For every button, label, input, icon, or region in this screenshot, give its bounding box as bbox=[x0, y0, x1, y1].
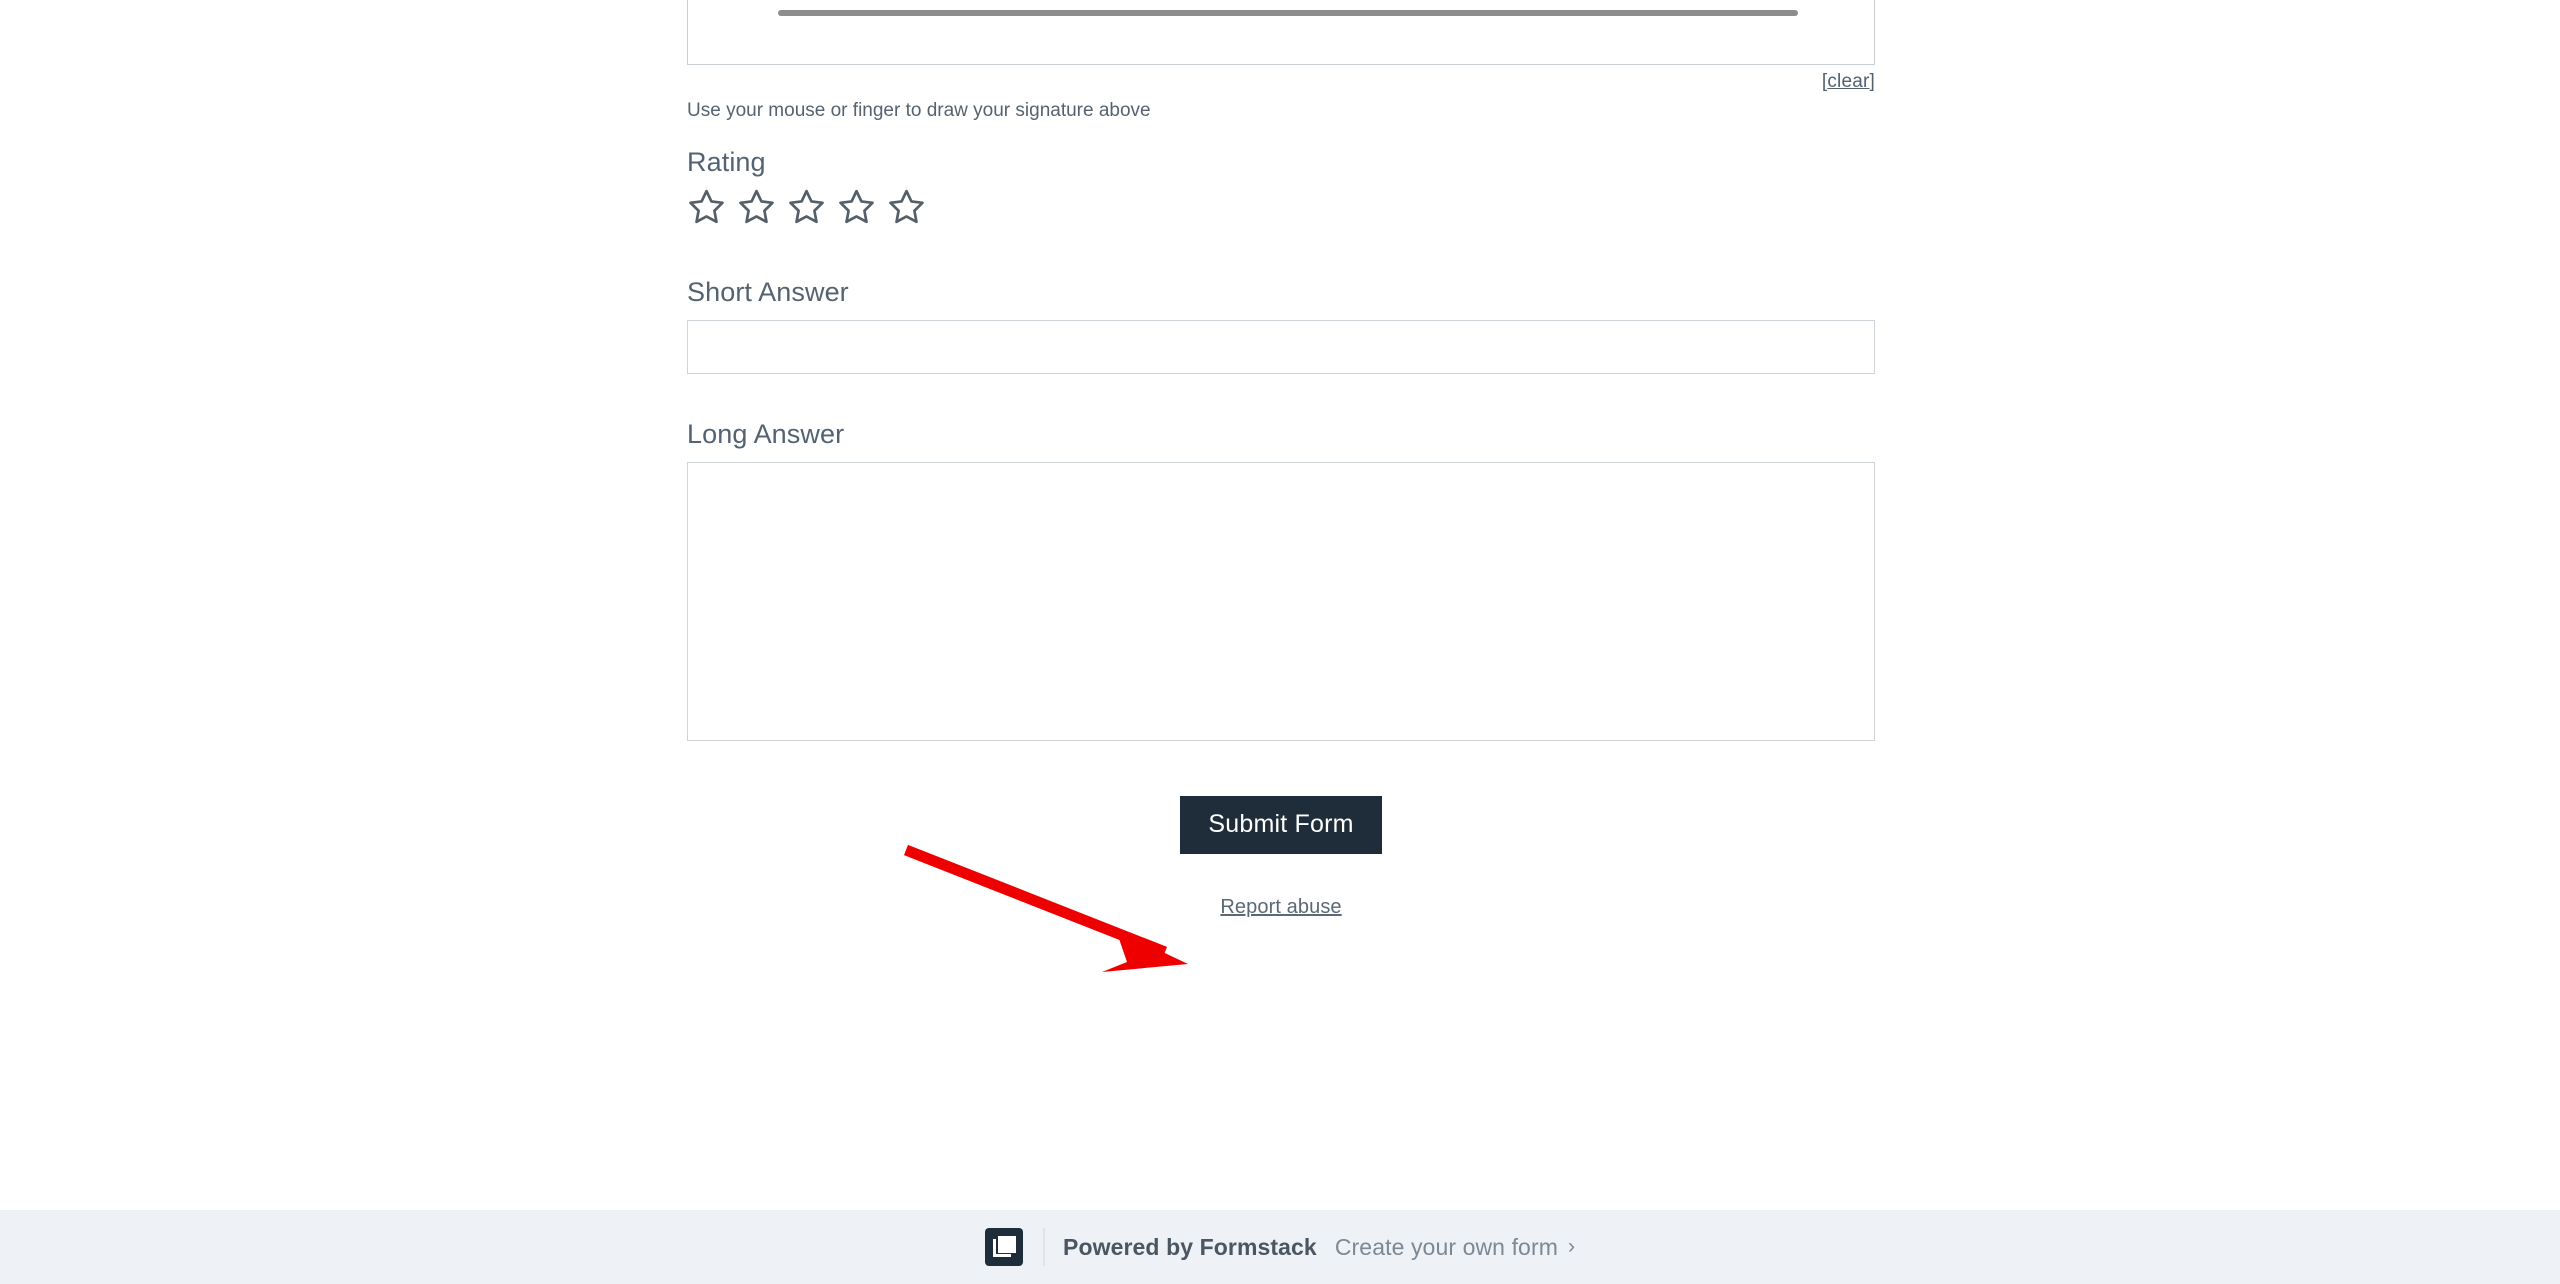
clear-signature-link[interactable]: [clear] bbox=[1822, 71, 1875, 92]
star-outline-icon-3[interactable] bbox=[787, 187, 826, 225]
signature-clear-row: [clear] bbox=[687, 65, 1875, 95]
site-footer: Powered by Formstack Create your own for… bbox=[0, 1210, 2560, 1284]
rating-stars[interactable] bbox=[687, 187, 1875, 225]
short-answer-label: Short Answer bbox=[687, 277, 849, 307]
short-answer-input[interactable] bbox=[687, 320, 1875, 374]
report-abuse-row: Report abuse bbox=[687, 896, 1875, 919]
signature-help-text: Use your mouse or finger to draw your si… bbox=[687, 100, 1151, 121]
clear-signature-label: clear bbox=[1827, 71, 1870, 92]
form-page: [clear] Use your mouse or finger to draw… bbox=[0, 0, 2560, 1284]
rating-field: Rating bbox=[687, 145, 1875, 225]
star-outline-icon-4[interactable] bbox=[837, 187, 876, 225]
create-your-own-form-link[interactable]: Create your own form bbox=[1335, 1234, 1558, 1261]
long-answer-textarea[interactable] bbox=[687, 462, 1875, 741]
signature-canvas[interactable] bbox=[687, 0, 1875, 65]
signature-stroke bbox=[778, 10, 1798, 16]
star-outline-icon-1[interactable] bbox=[687, 187, 726, 225]
rating-label: Rating bbox=[687, 147, 766, 177]
short-answer-field: Short Answer bbox=[687, 275, 1875, 374]
form-content-column: [clear] Use your mouse or finger to draw… bbox=[687, 0, 1875, 919]
report-abuse-link[interactable]: Report abuse bbox=[1220, 896, 1341, 918]
long-answer-label: Long Answer bbox=[687, 419, 845, 449]
star-outline-icon-2[interactable] bbox=[737, 187, 776, 225]
powered-by-label: Powered by Formstack bbox=[1063, 1233, 1317, 1260]
footer-inner: Powered by Formstack Create your own for… bbox=[985, 1210, 1575, 1284]
chevron-right-icon: › bbox=[1567, 1235, 1575, 1258]
formstack-stacked-squares-icon bbox=[985, 1228, 1024, 1266]
star-outline-icon-5[interactable] bbox=[887, 187, 926, 225]
logo-front-square bbox=[998, 1236, 1017, 1253]
footer-divider bbox=[1043, 1228, 1046, 1266]
submit-form-button[interactable]: Submit Form bbox=[1180, 796, 1382, 854]
clear-bracket-close: ] bbox=[1869, 71, 1875, 92]
long-answer-field: Long Answer bbox=[687, 417, 1875, 741]
submit-row: Submit Form bbox=[687, 796, 1875, 854]
